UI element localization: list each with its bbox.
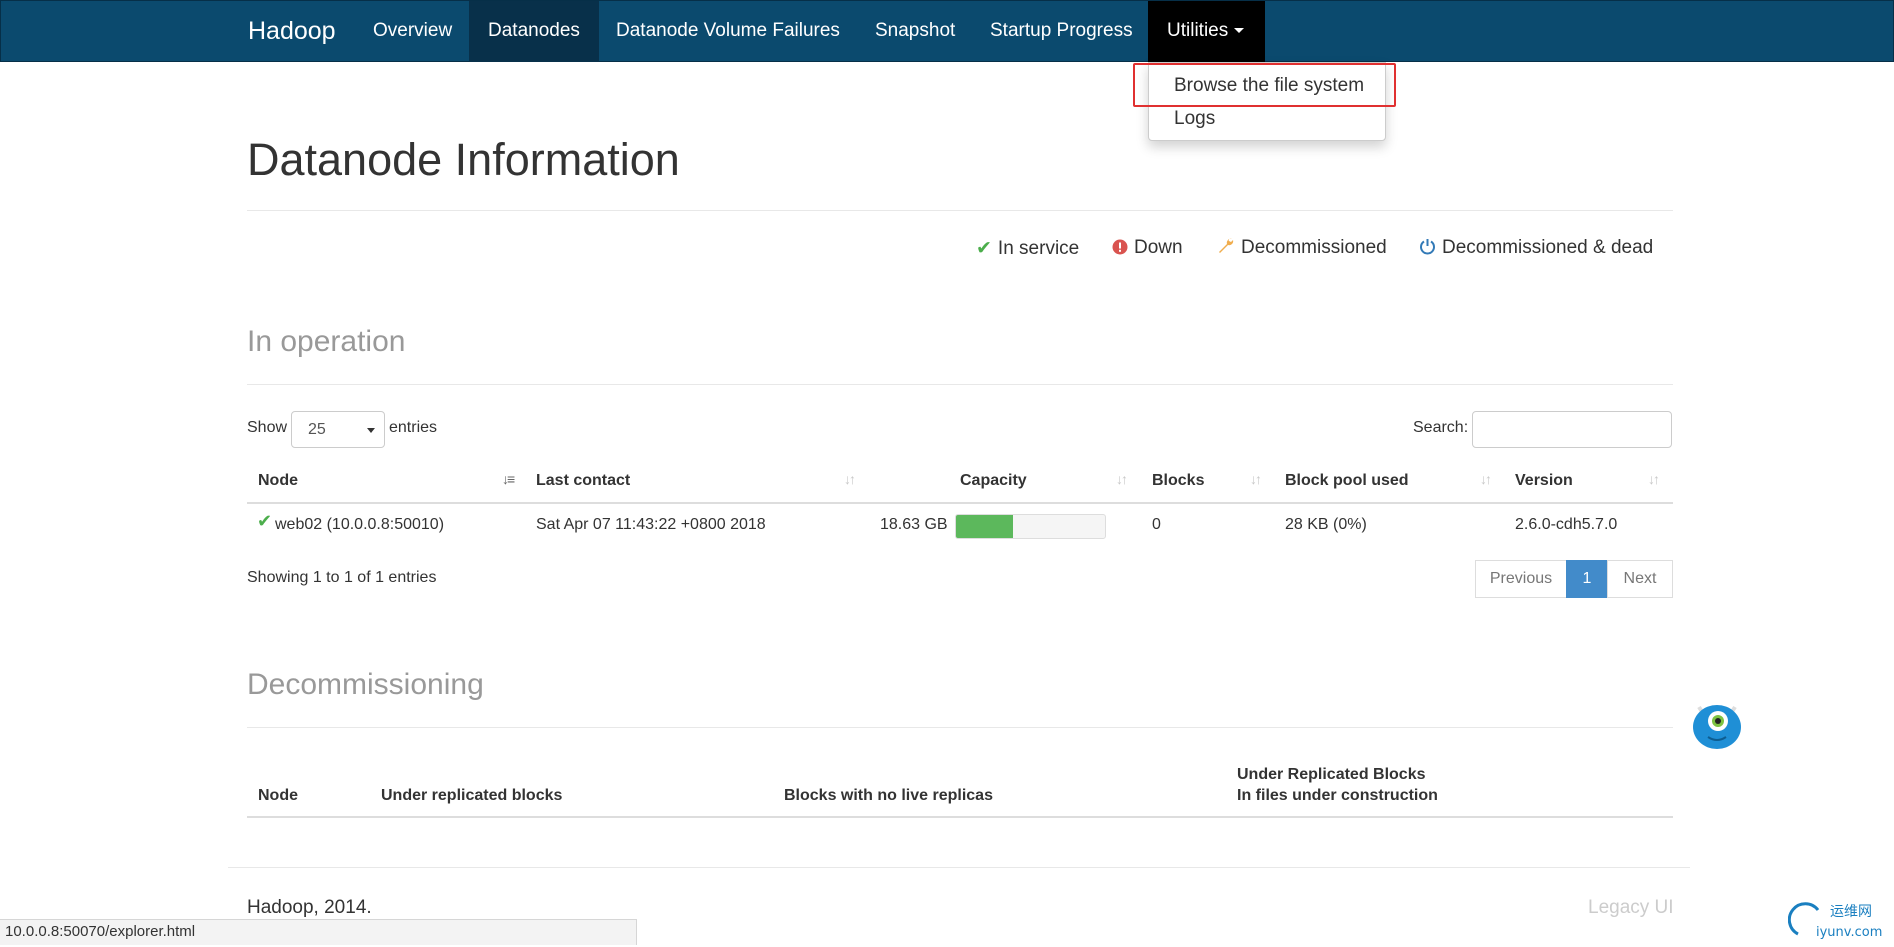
capacity-cell: 18.63 GB	[880, 516, 948, 533]
mascot-widget-icon[interactable]	[1690, 697, 1744, 751]
column-header-last-contact[interactable]: Last contact	[536, 472, 630, 490]
entries-per-page-select[interactable]: 25	[291, 411, 385, 448]
column-header-blocks[interactable]: Blocks	[1152, 472, 1204, 490]
legend-decommissioned: Decommissioned	[1217, 237, 1387, 259]
footer-copyright: Hadoop, 2014.	[247, 897, 372, 918]
sort-icon[interactable]: ↓↑	[1480, 471, 1492, 487]
svg-text:iyunv.com: iyunv.com	[1816, 925, 1882, 940]
pagination-page-1[interactable]: 1	[1566, 560, 1608, 598]
column-header-node[interactable]: Node	[258, 472, 298, 490]
pagination-next-button[interactable]: Next	[1607, 560, 1673, 598]
footer-divider	[228, 867, 1690, 868]
top-navbar: Hadoop Overview Datanodes Datanode Volum…	[0, 0, 1894, 62]
menu-item-logs[interactable]: Logs	[1174, 108, 1215, 130]
exclamation-circle-icon	[1112, 237, 1128, 259]
divider	[247, 210, 1673, 211]
nav-datanode-volume-failures[interactable]: Datanode Volume Failures	[597, 1, 859, 62]
section-title-decommissioning: Decommissioning	[247, 668, 484, 701]
sort-asc-icon[interactable]: ↓≡	[502, 471, 515, 487]
check-icon: ✔	[976, 238, 992, 259]
nav-startup-progress[interactable]: Startup Progress	[971, 1, 1152, 62]
power-icon	[1419, 237, 1436, 259]
watermark-logo: 运维网 iyunv.com	[1787, 896, 1888, 942]
entries-label: entries	[389, 419, 438, 436]
browser-status-url: 10.0.0.8:50070/explorer.html	[0, 919, 637, 945]
check-icon: ✔	[257, 511, 273, 531]
node-name-cell[interactable]: web02 (10.0.0.8:50010)	[275, 516, 444, 534]
sort-icon[interactable]: ↓↑	[844, 471, 856, 487]
divider	[247, 384, 1673, 385]
section-title-in-operation: In operation	[247, 325, 406, 358]
column-header-version[interactable]: Version	[1515, 472, 1573, 490]
column-header-blocks-no-live-replicas: Blocks with no live replicas	[784, 787, 993, 804]
utilities-dropdown-menu: Browse the file system Logs	[1148, 62, 1386, 141]
blocks-cell: 0	[1152, 516, 1161, 533]
wrench-icon	[1217, 237, 1235, 259]
column-header-under-replicated-blocks: Under replicated blocks	[381, 787, 563, 804]
table-info: Showing 1 to 1 of 1 entries	[247, 569, 437, 586]
brand-link[interactable]: Hadoop	[248, 1, 336, 63]
version-cell: 2.6.0-cdh5.7.0	[1515, 516, 1618, 533]
entries-per-page-value: 25	[308, 421, 326, 438]
capacity-progress-bar	[955, 514, 1106, 539]
chevron-down-icon	[367, 428, 375, 433]
caret-down-icon	[1234, 28, 1245, 34]
show-label: Show	[247, 419, 288, 436]
table-header-divider	[247, 502, 1673, 504]
search-label: Search:	[1413, 419, 1469, 436]
legend-in-service: ✔ In service	[976, 238, 1080, 259]
block-pool-used-cell: 28 KB (0%)	[1285, 516, 1367, 533]
page-title: Datanode Information	[247, 134, 680, 185]
column-header-capacity[interactable]: Capacity	[960, 472, 1027, 490]
legend-decommissioned-dead: Decommissioned & dead	[1419, 237, 1653, 259]
legacy-ui-link[interactable]: Legacy UI	[1588, 897, 1674, 919]
nav-snapshot[interactable]: Snapshot	[856, 1, 974, 62]
column-header-block-pool-used[interactable]: Block pool used	[1285, 472, 1409, 490]
nav-utilities-dropdown[interactable]: Utilities	[1148, 1, 1265, 62]
last-contact-cell: Sat Apr 07 11:43:22 +0800 2018	[536, 516, 766, 533]
column-header-node: Node	[258, 787, 298, 804]
sort-icon[interactable]: ↓↑	[1250, 471, 1262, 487]
nav-datanodes[interactable]: Datanodes	[469, 1, 599, 62]
table-header-divider	[247, 816, 1673, 818]
search-input[interactable]	[1472, 411, 1672, 448]
pagination-previous-button[interactable]: Previous	[1475, 560, 1567, 598]
svg-text:运维网: 运维网	[1830, 904, 1872, 920]
column-header-under-replicated-in-construction-line2: In files under construction	[1237, 787, 1438, 804]
menu-item-browse-file-system[interactable]: Browse the file system	[1174, 75, 1364, 97]
legend-down: Down	[1112, 237, 1183, 259]
capacity-progress-fill	[956, 515, 1013, 538]
sort-icon[interactable]: ↓↑	[1116, 471, 1128, 487]
divider	[247, 727, 1673, 728]
nav-overview[interactable]: Overview	[354, 1, 471, 62]
nav-utilities-label: Utilities	[1167, 20, 1229, 41]
sort-icon[interactable]: ↓↑	[1648, 471, 1660, 487]
column-header-under-replicated-in-construction-line1: Under Replicated Blocks	[1237, 766, 1426, 783]
